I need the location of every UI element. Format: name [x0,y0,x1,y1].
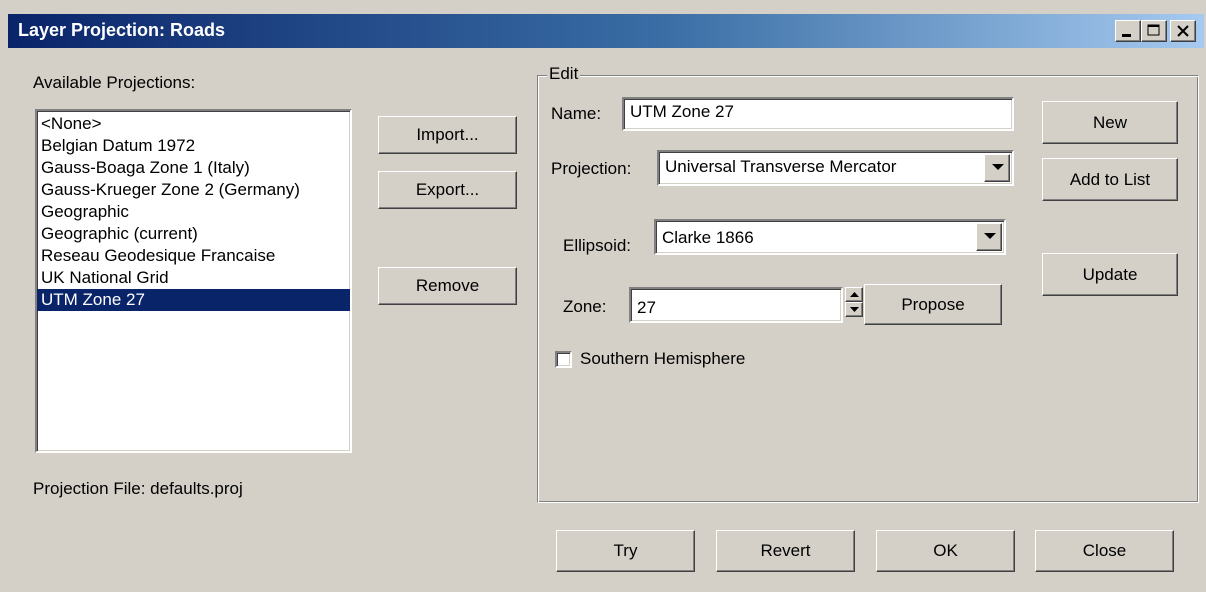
spin-up-icon[interactable] [845,287,863,302]
revert-button[interactable]: Revert [716,530,855,572]
projection-file-label: Projection File: defaults.proj [33,479,243,498]
zone-input[interactable]: 27 [629,287,843,323]
zone-label: Zone: [563,297,607,316]
southern-hemisphere-label: Southern Hemisphere [580,349,746,368]
list-item[interactable]: Geographic (current) [37,223,350,245]
list-item[interactable]: Gauss-Boaga Zone 1 (Italy) [37,157,350,179]
available-projections-label: Available Projections: [33,73,196,92]
ellipsoid-value: Clarke 1866 [662,228,754,247]
list-item[interactable]: Gauss-Krueger Zone 2 (Germany) [37,179,350,201]
name-field[interactable]: UTM Zone 27 [622,97,1014,131]
remove-button[interactable]: Remove [378,267,517,305]
ellipsoid-select[interactable]: Clarke 1866 [654,219,1006,255]
export-button[interactable]: Export... [378,171,517,209]
projection-list[interactable]: <None> Belgian Datum 1972 Gauss-Boaga Zone… [35,109,352,453]
list-item[interactable]: Reseau Geodesique Francaise [37,245,350,267]
minimize-icon[interactable] [1115,20,1141,42]
update-button[interactable]: Update [1042,253,1178,296]
projection-label: Projection: [551,159,632,178]
list-item[interactable]: <None> [37,113,350,135]
import-button[interactable]: Import... [378,116,517,154]
list-item[interactable]: Belgian Datum 1972 [37,135,350,157]
title-bar[interactable]: Layer Projection: Roads [8,14,1204,48]
window-title: Layer Projection: Roads [18,20,226,40]
ok-button[interactable]: OK [876,530,1015,572]
close-button[interactable]: Close [1035,530,1174,572]
projection-value: Universal Transverse Mercator [665,157,897,176]
list-item[interactable]: UK National Grid [37,267,350,289]
name-label: Name: [551,104,602,123]
close-icon[interactable] [1170,20,1196,42]
spin-down-icon[interactable] [845,302,863,317]
southern-hemisphere-checkbox[interactable] [555,351,572,368]
maximize-icon[interactable] [1141,20,1167,42]
list-item[interactable]: Geographic [37,201,350,223]
name-value: UTM Zone 27 [630,102,734,121]
ellipsoid-label: Ellipsoid: [563,236,632,255]
try-button[interactable]: Try [556,530,695,572]
chevron-down-icon[interactable] [976,223,1002,251]
propose-button[interactable]: Propose [864,284,1002,325]
new-button[interactable]: New [1042,101,1178,144]
projection-select[interactable]: Universal Transverse Mercator [657,150,1014,186]
zone-spinner[interactable] [845,287,863,317]
zone-value: 27 [637,298,656,317]
add-to-list-button[interactable]: Add to List [1042,158,1178,201]
edit-legend: Edit [547,64,581,84]
chevron-down-icon[interactable] [984,154,1010,182]
list-item[interactable]: UTM Zone 27 [37,289,350,311]
